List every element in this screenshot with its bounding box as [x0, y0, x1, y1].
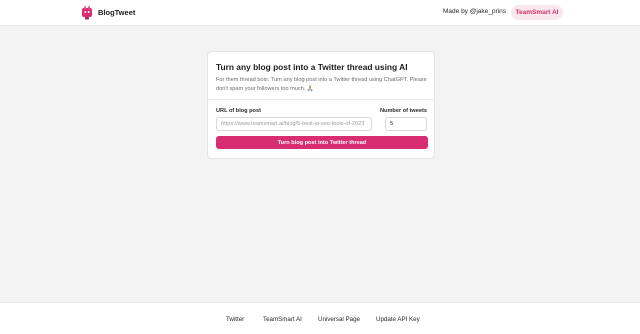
teamsmart-ai-button[interactable]: TeamSmart AI — [511, 5, 563, 20]
footer-link-universal-page[interactable]: Universal Page — [318, 316, 360, 323]
footer-link-twitter[interactable]: Twitter — [226, 316, 244, 323]
footer-link-update-api-key[interactable]: Update API Key — [376, 316, 420, 323]
brand-name[interactable]: BlogTweet — [98, 8, 135, 17]
tweets-count-input[interactable] — [385, 117, 427, 131]
top-navbar: BlogTweet Made by @jake_prins TeamSmart … — [0, 0, 640, 26]
blog-url-input[interactable] — [216, 117, 372, 131]
card-divider — [208, 99, 434, 100]
footer: Twitter TeamSmart AI Universal Page Upda… — [0, 302, 640, 334]
generate-thread-button[interactable]: Turn blog post into Twitter thread — [216, 136, 428, 149]
card-description: For them thread bois: Turn any blog post… — [216, 77, 427, 92]
footer-link-teamsmart-ai[interactable]: TeamSmart AI — [263, 316, 302, 323]
blogtweet-logo-icon[interactable] — [81, 5, 93, 20]
made-by-link[interactable]: Made by @jake_prins — [443, 8, 506, 15]
tweets-count-label: Number of tweets — [380, 108, 427, 114]
thread-generator-card: Turn any blog post into a Twitter thread… — [207, 51, 435, 159]
card-title: Turn any blog post into a Twitter thread… — [216, 62, 408, 72]
url-label: URL of blog post — [216, 108, 261, 114]
